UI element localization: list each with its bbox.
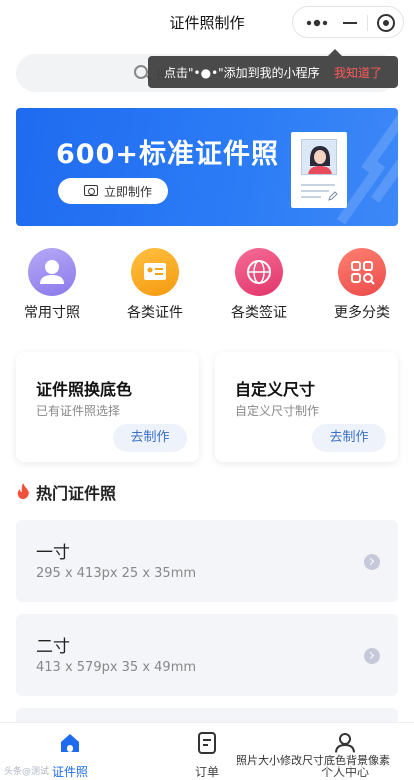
globe-icon bbox=[235, 248, 283, 296]
make-now-label: 立即制作 bbox=[104, 185, 153, 199]
go-make-button[interactable]: 去制作 bbox=[312, 424, 386, 452]
pen-icon bbox=[328, 191, 338, 201]
category-label: 更多分类 bbox=[334, 305, 390, 321]
hot-section-title: 热门证件照 bbox=[36, 484, 117, 503]
nav-bar: 证件照制作 bbox=[0, 0, 414, 44]
card-line bbox=[301, 196, 321, 198]
watermark-left: 头条@测试 bbox=[4, 767, 50, 777]
tab-label: 订单 bbox=[194, 765, 219, 779]
go-make-button[interactable]: 去制作 bbox=[113, 424, 187, 452]
grid-icon bbox=[338, 248, 386, 296]
card-subtitle: 已有证件照选择 bbox=[36, 404, 121, 418]
hot-item-name: 二寸 bbox=[36, 637, 70, 657]
id-photo-illustration bbox=[291, 132, 347, 208]
tooltip-text: 点击"•●•"添加到我的小程序 bbox=[164, 66, 320, 80]
more-icon[interactable] bbox=[305, 17, 329, 29]
hot-item-name: 一寸 bbox=[36, 543, 70, 563]
category-visas[interactable]: 各类签证 bbox=[219, 248, 299, 322]
category-more[interactable]: 更多分类 bbox=[322, 248, 402, 322]
tooltip-dismiss-button[interactable]: 我知道了 bbox=[334, 64, 382, 81]
make-now-button[interactable]: 立即制作 bbox=[58, 178, 168, 204]
portrait-icon bbox=[301, 139, 337, 175]
category-label: 各类签证 bbox=[231, 305, 287, 321]
category-common-sizes[interactable]: 常用寸照 bbox=[12, 248, 92, 322]
home-icon bbox=[61, 734, 79, 752]
orders-icon bbox=[198, 732, 216, 754]
hot-item-1-inch[interactable]: 一寸 295 x 413px 25 x 35mm bbox=[16, 520, 398, 602]
hot-item-spec: 413 x 579px 35 x 49mm bbox=[36, 660, 197, 675]
category-documents[interactable]: 各类证件 bbox=[115, 248, 195, 322]
banner-title: 600+标准证件照 bbox=[56, 139, 279, 170]
card-title: 自定义尺寸 bbox=[235, 380, 316, 399]
hot-item-spec: 295 x 413px 25 x 35mm bbox=[36, 566, 197, 581]
chevron-right-icon bbox=[364, 554, 380, 570]
change-background-card[interactable]: 证件照换底色 已有证件照选择 去制作 bbox=[16, 352, 199, 462]
capsule-divider bbox=[367, 15, 368, 31]
hot-item-2-inch[interactable]: 二寸 413 x 579px 35 x 49mm bbox=[16, 614, 398, 696]
card-line bbox=[301, 184, 335, 186]
flame-icon bbox=[17, 483, 29, 499]
close-icon[interactable] bbox=[377, 14, 395, 32]
card-title: 证件照换底色 bbox=[36, 380, 133, 399]
tab-bar: 证件照 订单 个人中心 bbox=[0, 722, 414, 780]
tab-orders[interactable]: 订单 bbox=[167, 731, 247, 780]
id-card-icon bbox=[131, 248, 179, 296]
miniprogram-capsule bbox=[292, 6, 404, 38]
watermark-right: 照片大小修改尺寸底色背景像素 bbox=[236, 752, 390, 768]
card-subtitle: 自定义尺寸制作 bbox=[235, 404, 320, 418]
camera-icon bbox=[84, 185, 98, 196]
category-label: 常用寸照 bbox=[24, 305, 80, 321]
promo-banner[interactable]: 600+标准证件照 立即制作 bbox=[16, 108, 398, 226]
card-line bbox=[301, 190, 329, 192]
person-icon bbox=[28, 248, 76, 296]
minimize-icon[interactable] bbox=[343, 22, 357, 24]
search-icon bbox=[134, 65, 148, 79]
category-label: 各类证件 bbox=[127, 305, 183, 321]
add-to-miniprogram-tooltip: 点击"•●•"添加到我的小程序 我知道了 bbox=[148, 49, 398, 88]
custom-size-card[interactable]: 自定义尺寸 自定义尺寸制作 去制作 bbox=[215, 352, 398, 462]
chevron-right-icon bbox=[364, 648, 380, 664]
